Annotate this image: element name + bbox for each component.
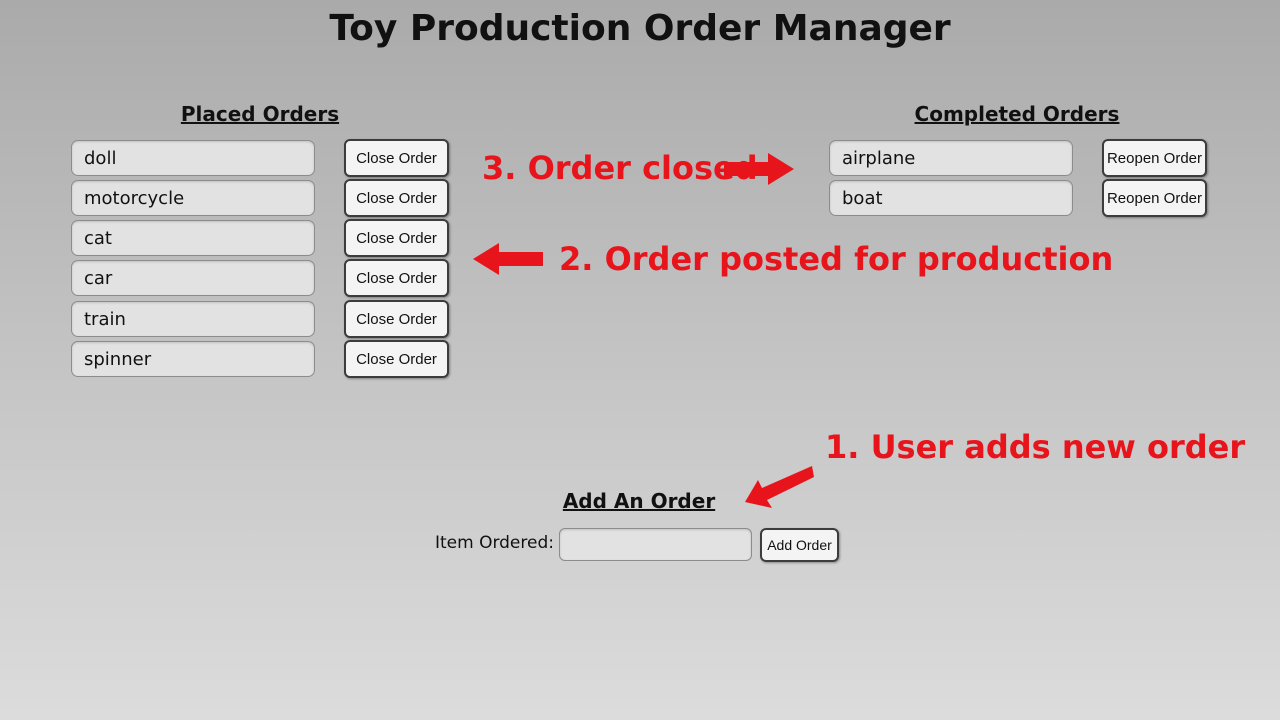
item-ordered-label: Item Ordered: [434, 533, 554, 553]
annotation-user-adds-order: 1. User adds new order [825, 428, 1246, 466]
add-order-heading: Add An Order [562, 489, 716, 513]
close-order-button[interactable]: Close Order [344, 340, 449, 378]
annotation-order-closed: 3. Order closed [482, 149, 758, 187]
placed-order-row: spinner Close Order [71, 340, 451, 379]
placed-order-row: motorcycle Close Order [71, 179, 451, 218]
page-title: Toy Production Order Manager [329, 8, 951, 49]
placed-order-row: train Close Order [71, 300, 451, 339]
completed-order-row: airplane Reopen Order [829, 139, 1209, 178]
placed-order-row: car Close Order [71, 259, 451, 298]
completed-order-field[interactable]: airplane [829, 140, 1073, 176]
close-order-button[interactable]: Close Order [344, 219, 449, 257]
arrow-left-icon [473, 243, 543, 275]
close-order-button[interactable]: Close Order [344, 259, 449, 297]
annotation-order-posted: 2. Order posted for production [559, 240, 1114, 278]
placed-order-field[interactable]: doll [71, 140, 315, 176]
close-order-button[interactable]: Close Order [344, 179, 449, 217]
add-order-button[interactable]: Add Order [760, 528, 839, 562]
placed-orders-heading: Placed Orders [180, 102, 340, 126]
placed-order-field[interactable]: cat [71, 220, 315, 256]
close-order-button[interactable]: Close Order [344, 300, 449, 338]
completed-orders-heading: Completed Orders [914, 102, 1120, 126]
close-order-button[interactable]: Close Order [344, 139, 449, 177]
placed-order-row: cat Close Order [71, 219, 451, 258]
placed-order-row: doll Close Order [71, 139, 451, 178]
arrow-down-left-icon [745, 466, 814, 508]
reopen-order-button[interactable]: Reopen Order [1102, 179, 1207, 217]
completed-order-row: boat Reopen Order [829, 179, 1209, 218]
placed-order-field[interactable]: spinner [71, 341, 315, 377]
item-ordered-input[interactable] [559, 528, 752, 561]
arrow-right-icon [724, 153, 794, 185]
completed-order-field[interactable]: boat [829, 180, 1073, 216]
placed-order-field[interactable]: car [71, 260, 315, 296]
placed-order-field[interactable]: train [71, 301, 315, 337]
placed-order-field[interactable]: motorcycle [71, 180, 315, 216]
reopen-order-button[interactable]: Reopen Order [1102, 139, 1207, 177]
